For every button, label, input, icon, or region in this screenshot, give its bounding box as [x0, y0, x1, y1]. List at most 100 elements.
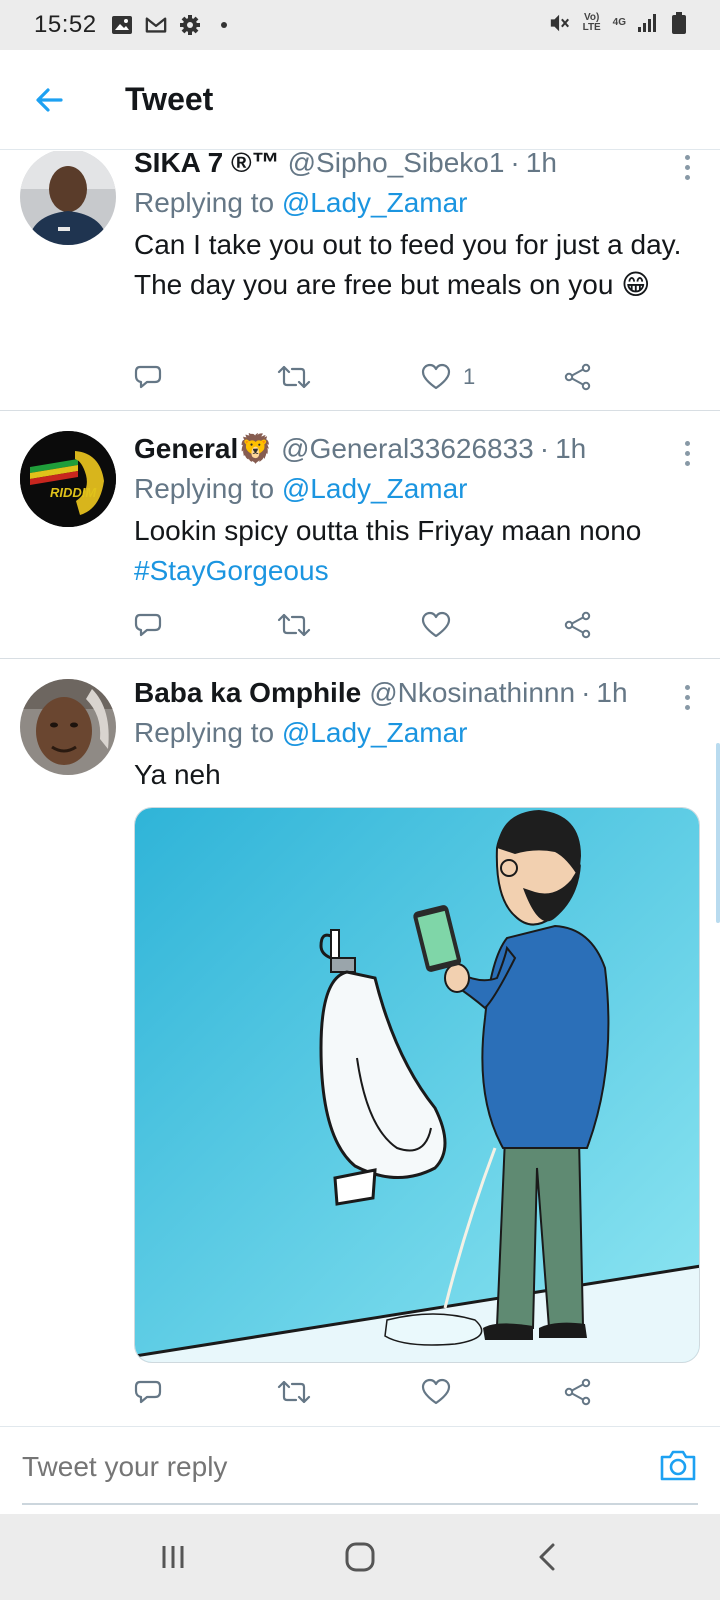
- replying-to-label: Replying to: [134, 187, 275, 218]
- battery-icon: [668, 12, 690, 34]
- tweet-actions: 1: [134, 357, 604, 397]
- tweet-item[interactable]: Baba ka Omphile @Nkosinathinnn · 1h Repl…: [0, 659, 720, 1426]
- tweet-actions: [134, 1377, 604, 1407]
- separator: ·: [581, 677, 591, 708]
- reply-feed[interactable]: SIKA 7 ®™ @Sipho_Sibeko1 · 1h Replying t…: [0, 151, 720, 1426]
- gmail-icon: [145, 14, 167, 36]
- scrollbar[interactable]: [716, 743, 720, 923]
- retweet-button[interactable]: [277, 611, 420, 639]
- like-button[interactable]: [421, 1378, 564, 1406]
- replying-to-label: Replying to: [134, 473, 275, 504]
- tweet-header: General🦁 @General33626833 · 1h: [134, 431, 700, 467]
- replying-to: Replying to @Lady_Zamar: [134, 183, 700, 223]
- mute-icon: [549, 12, 571, 34]
- display-name[interactable]: General🦁: [134, 431, 273, 467]
- tweet-header: Baba ka Omphile @Nkosinathinnn · 1h: [134, 675, 700, 711]
- volte-label: Vo) LTE: [582, 12, 601, 33]
- handle[interactable]: @General33626833: [281, 431, 534, 467]
- notification-icons: [111, 14, 235, 36]
- tweet-item[interactable]: RIDDIM General🦁 @General33626833 · 1h Re…: [0, 411, 720, 659]
- page-title: Tweet: [125, 81, 214, 117]
- tweet-body: Baba ka Omphile @Nkosinathinnn · 1h Repl…: [134, 675, 700, 795]
- app-header: Tweet: [0, 50, 720, 150]
- comment-icon: [134, 613, 162, 637]
- signal-icon: [636, 12, 658, 34]
- tweet-text: Ya neh: [134, 759, 221, 790]
- camera-icon: [660, 1450, 696, 1481]
- timestamp: 1h: [555, 433, 587, 464]
- more-options-button[interactable]: [672, 151, 702, 185]
- tweet-text-content: Lookin spicy outta this Friyay maan nono: [134, 515, 642, 546]
- retweet-icon: [278, 365, 311, 389]
- heart-icon: [421, 363, 451, 390]
- reply-composer: [0, 1426, 720, 1514]
- share-button[interactable]: [564, 1378, 604, 1406]
- tweet-actions: [134, 605, 604, 645]
- system-nav-bar: [0, 1514, 720, 1600]
- display-name[interactable]: SIKA 7 ®™: [134, 151, 280, 181]
- mention-link[interactable]: @Lady_Zamar: [282, 473, 468, 504]
- heart-icon: [421, 611, 451, 638]
- status-bar: 15:52 Vo) LTE 4G: [0, 0, 720, 50]
- tweet-media-image[interactable]: [134, 807, 700, 1363]
- back-button[interactable]: [19, 70, 79, 130]
- retweet-icon: [278, 613, 311, 637]
- replying-to: Replying to @Lady_Zamar: [134, 469, 700, 509]
- tweet-text: Can I take you out to feed you for just …: [134, 229, 682, 300]
- back-icon: [539, 1543, 555, 1571]
- retweet-button[interactable]: [277, 1378, 420, 1406]
- status-time: 15:52: [34, 11, 97, 38]
- share-button[interactable]: [564, 363, 604, 391]
- like-button[interactable]: [421, 611, 564, 639]
- hashtag-link[interactable]: #StayGorgeous: [134, 555, 329, 586]
- reply-input[interactable]: [22, 1441, 582, 1493]
- back-arrow-icon: [36, 87, 63, 112]
- reply-button[interactable]: [134, 611, 277, 639]
- handle[interactable]: @Sipho_Sibeko1: [288, 151, 505, 181]
- retweet-button[interactable]: [277, 363, 420, 391]
- network-label: 4G: [612, 17, 626, 28]
- tweet-body: General🦁 @General33626833 · 1h Replying …: [134, 431, 700, 591]
- heart-icon: [421, 1378, 451, 1405]
- separator: ·: [539, 433, 550, 464]
- tweet-header: SIKA 7 ®™ @Sipho_Sibeko1 · 1h: [134, 151, 700, 181]
- share-icon: [565, 363, 591, 391]
- avatar[interactable]: RIDDIM: [20, 431, 116, 527]
- timestamp: 1h: [596, 677, 628, 708]
- like-count: 1: [462, 364, 476, 389]
- recent-apps-icon: [162, 1546, 184, 1568]
- like-button[interactable]: 1: [421, 363, 564, 391]
- home-icon: [345, 1542, 375, 1572]
- more-options-button[interactable]: [672, 435, 702, 471]
- tweet-item[interactable]: SIKA 7 ®™ @Sipho_Sibeko1 · 1h Replying t…: [0, 151, 720, 411]
- dot-icon: [213, 14, 235, 36]
- tweet-text: Lookin spicy outta this Friyay maan nono…: [134, 511, 700, 591]
- share-icon: [565, 611, 591, 639]
- replying-to: Replying to @Lady_Zamar: [134, 713, 700, 753]
- input-underline: [22, 1503, 698, 1505]
- more-options-button[interactable]: [672, 679, 702, 715]
- avatar[interactable]: [20, 679, 116, 775]
- comment-icon: [134, 365, 162, 389]
- avatar-label: RIDDIM: [50, 485, 97, 500]
- back-nav-button[interactable]: [517, 1527, 577, 1587]
- reply-button[interactable]: [134, 363, 277, 391]
- replying-to-label: Replying to: [134, 717, 275, 748]
- recent-apps-button[interactable]: [143, 1527, 203, 1587]
- share-button[interactable]: [564, 611, 604, 639]
- mention-link[interactable]: @Lady_Zamar: [282, 187, 468, 218]
- share-icon: [565, 1378, 591, 1406]
- separator: ·: [510, 151, 520, 178]
- image-icon: [111, 14, 133, 36]
- display-name[interactable]: Baba ka Omphile: [134, 675, 361, 711]
- gear-icon: [179, 14, 201, 36]
- handle[interactable]: @Nkosinathinnn: [369, 675, 575, 711]
- camera-button[interactable]: [658, 1445, 698, 1485]
- mention-link[interactable]: @Lady_Zamar: [282, 717, 468, 748]
- home-button[interactable]: [330, 1527, 390, 1587]
- avatar[interactable]: [20, 151, 116, 245]
- timestamp: 1h: [525, 151, 557, 178]
- tweet-body: SIKA 7 ®™ @Sipho_Sibeko1 · 1h Replying t…: [134, 151, 700, 305]
- reply-button[interactable]: [134, 1378, 277, 1406]
- retweet-icon: [278, 1380, 311, 1404]
